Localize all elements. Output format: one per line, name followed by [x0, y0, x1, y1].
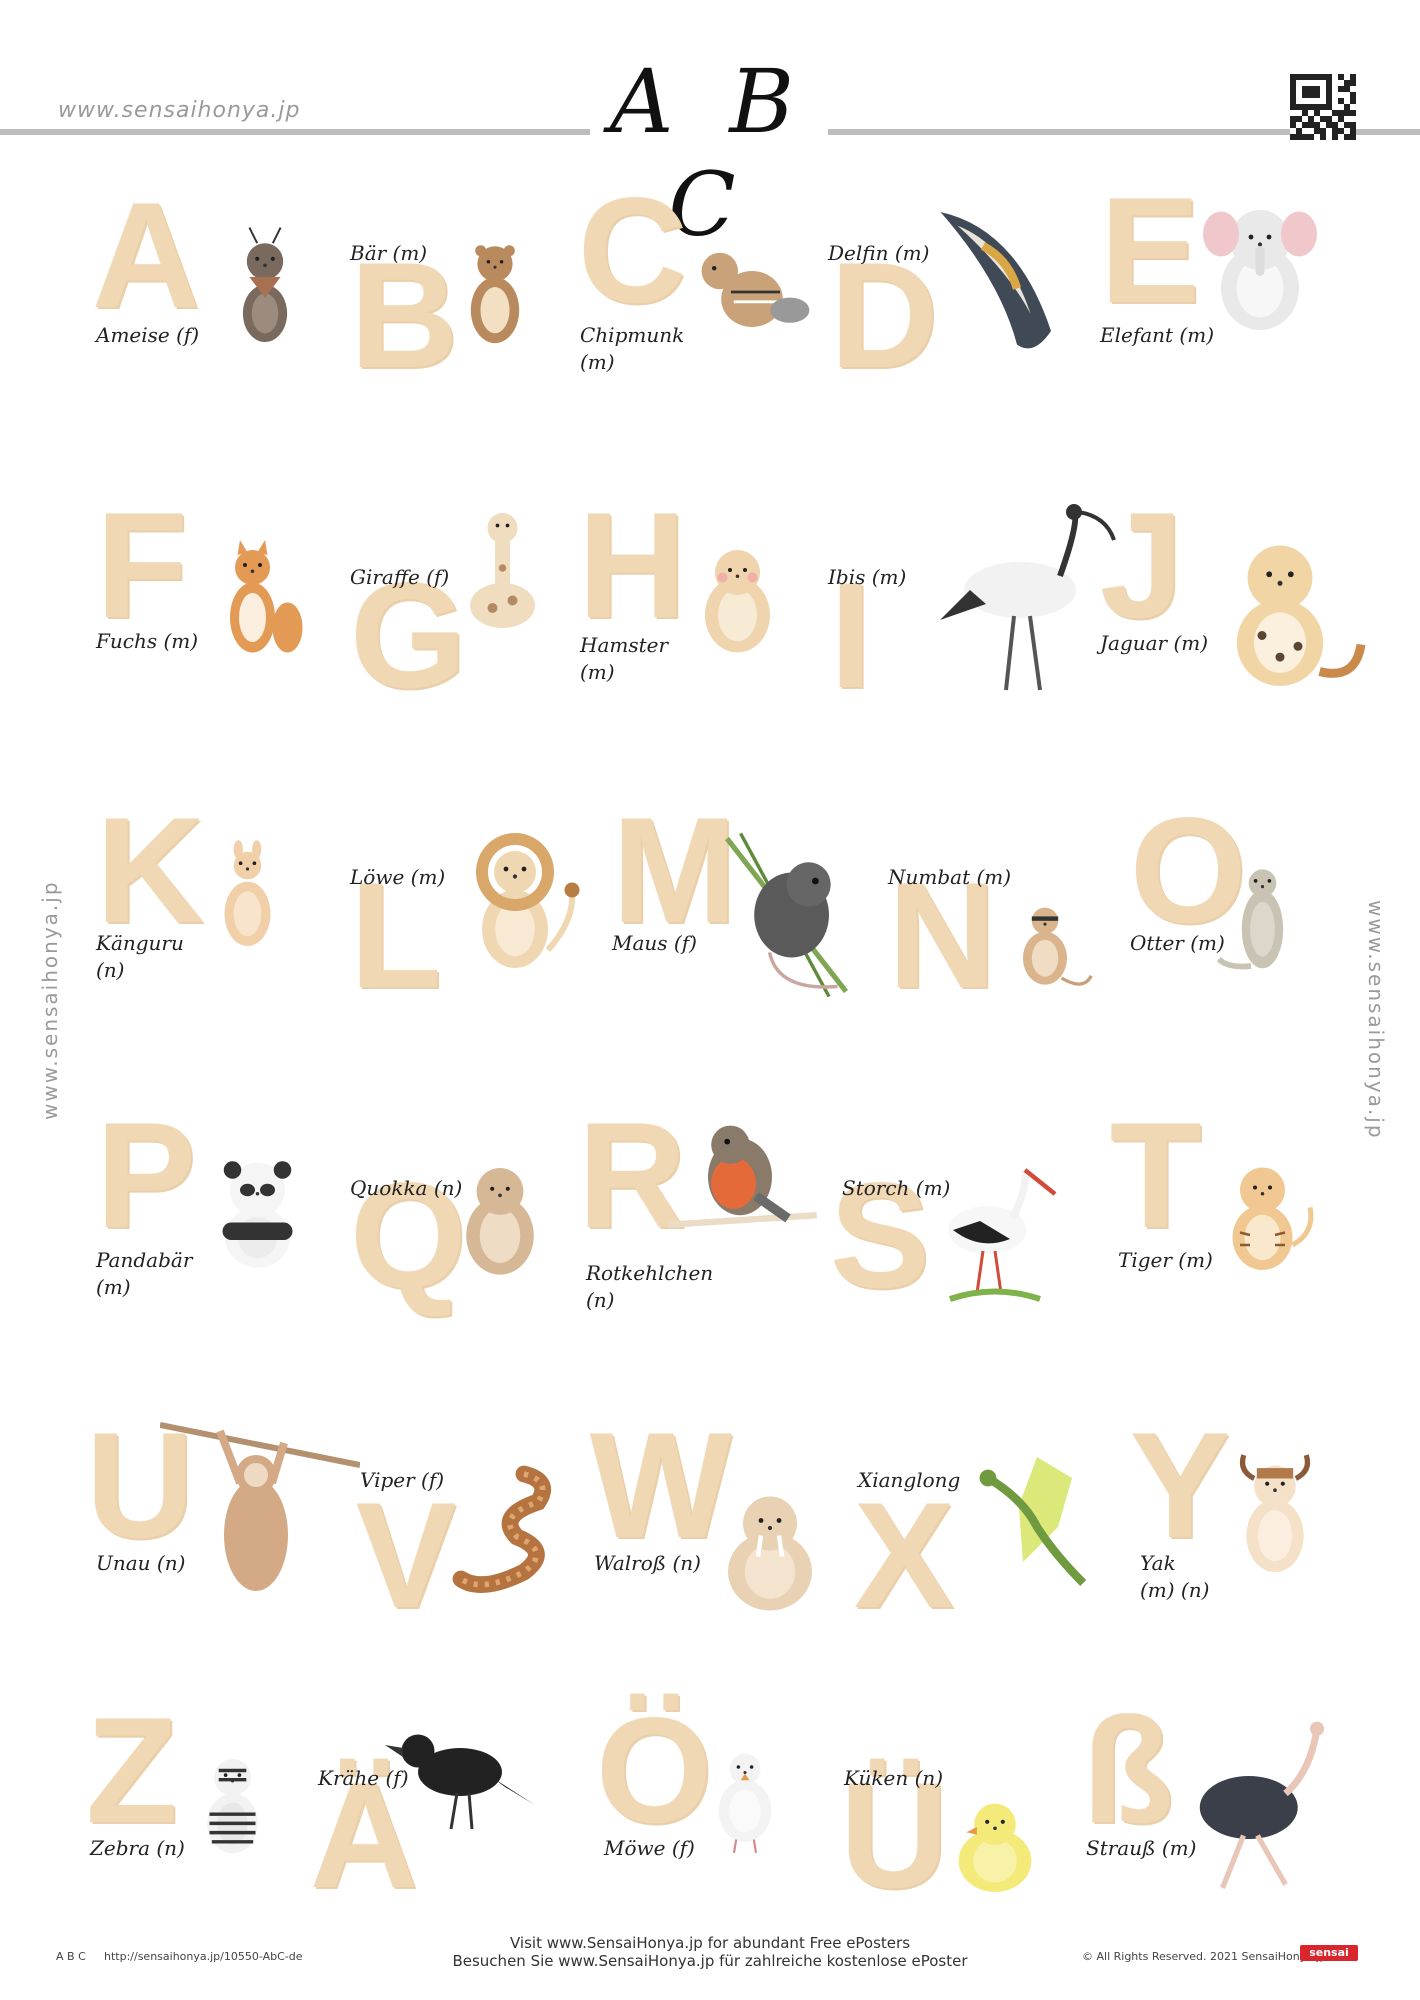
robin-icon — [640, 1100, 840, 1260]
zebra-icon — [175, 1690, 290, 1920]
viper-icon — [440, 1440, 580, 1620]
numbat-icon — [990, 840, 1100, 1050]
otter-icon — [1205, 800, 1320, 1040]
letter-10: J — [1100, 481, 1184, 649]
animal-word-24: Xianglong — [858, 1468, 961, 1492]
animal-word-1: Ameise (f) — [96, 323, 200, 347]
stork-icon — [920, 1130, 1070, 1330]
ostrich-icon — [1170, 1700, 1345, 1915]
animal-word-8: Hamster (m) — [580, 633, 669, 684]
animal-word-13: Maus (f) — [612, 931, 697, 955]
letter-16: P — [96, 1091, 197, 1259]
quokka-icon — [435, 1120, 565, 1320]
letter-11: K — [96, 786, 205, 954]
header-rule-left — [0, 129, 590, 135]
lizard-icon — [960, 1390, 1100, 1650]
ant-icon — [200, 175, 330, 405]
animal-word-20: Tiger (m) — [1118, 1248, 1213, 1272]
sloth-icon — [160, 1390, 360, 1640]
animal-word-12: Löwe (m) — [350, 865, 446, 889]
elephant-icon — [1185, 155, 1335, 385]
footer-title: A B C — [56, 1950, 86, 1963]
letter-8: H — [578, 481, 687, 649]
seagull-icon — [690, 1700, 800, 1900]
tiger-icon — [1200, 1115, 1325, 1325]
walrus-icon — [695, 1455, 845, 1640]
lion-icon — [440, 790, 590, 1020]
animal-word-26: Zebra (n) — [90, 1836, 185, 1860]
footer-promo-en[interactable]: Visit www.SensaiHonya.jp for abundant Fr… — [420, 1934, 1000, 1952]
jaguar-icon — [1190, 515, 1370, 720]
site-url-header[interactable]: www.sensaihonya.jp — [58, 98, 300, 123]
letter-1: A — [92, 171, 201, 339]
letter-26: Z — [86, 1686, 178, 1854]
letter-30: ß — [1082, 1686, 1174, 1854]
panda-icon — [195, 1105, 320, 1325]
footer-copyright: © All Rights Reserved. 2021 SensaiHonya.… — [1082, 1950, 1327, 1963]
animal-word-7: Giraffe (f) — [350, 565, 450, 589]
crow-icon — [360, 1700, 560, 1850]
animal-word-22: Viper (f) — [360, 1468, 445, 1492]
qr-code-icon[interactable] — [1290, 74, 1356, 140]
animal-word-16: Pandabär (m) — [96, 1248, 193, 1299]
animal-word-9: Ibis (m) — [828, 565, 907, 589]
animal-word-2: Bär (m) — [350, 241, 428, 265]
letter-24: X — [854, 1471, 955, 1639]
animal-word-29: Küken (n) — [844, 1766, 944, 1790]
letter-20: T — [1110, 1091, 1202, 1259]
footer-url[interactable]: http://sensaihonya.jp/10550-AbC-de — [104, 1950, 303, 1963]
chipmunk-icon — [670, 215, 820, 355]
animal-word-3: Chipmunk (m) — [580, 323, 685, 374]
animal-word-28: Möwe (f) — [604, 1836, 695, 1860]
giraffe-icon — [440, 428, 565, 708]
footer-promo: Visit www.SensaiHonya.jp for abundant Fr… — [420, 1934, 1000, 1970]
side-url-left: www.sensaihonya.jp — [38, 880, 62, 1120]
mouse-icon — [710, 770, 880, 1060]
animal-word-23: Walroß (n) — [594, 1551, 701, 1575]
hamster-icon — [675, 490, 800, 710]
footer-promo-de[interactable]: Besuchen Sie www.SensaiHonya.jp für zahl… — [420, 1952, 1000, 1970]
animal-word-6: Fuchs (m) — [96, 629, 199, 653]
animal-word-11: Känguru (n) — [96, 931, 184, 982]
yak-icon — [1210, 1415, 1340, 1620]
letter-6: F — [96, 481, 188, 649]
kangaroo-icon — [190, 780, 305, 1020]
chick-icon — [930, 1775, 1060, 1905]
side-url-right: www.sensaihonya.jp — [1364, 900, 1388, 1140]
dolphin-icon — [900, 195, 1100, 365]
animal-word-25: Yak (m) (n) — [1140, 1551, 1210, 1602]
fox-icon — [190, 490, 315, 710]
bear-icon — [440, 185, 550, 400]
brand-logo: sensai — [1300, 1945, 1358, 1961]
animal-word-18: Rotkehlchen (n) — [586, 1261, 714, 1312]
